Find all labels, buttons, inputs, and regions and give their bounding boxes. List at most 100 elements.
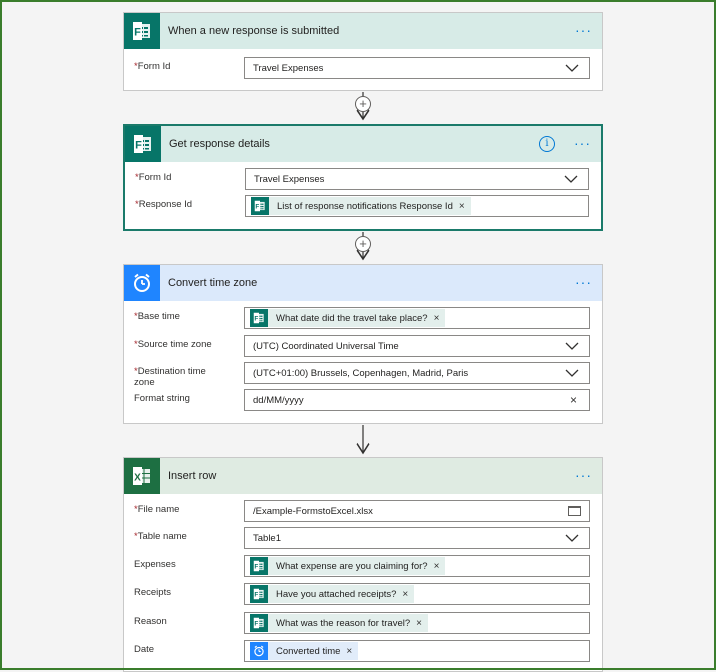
excel-icon [124, 458, 160, 494]
forms-icon [124, 13, 160, 49]
more-options-icon[interactable]: ··· [575, 275, 592, 289]
source-time-zone-row: *Source time zone (UTC) Coordinated Univ… [134, 335, 590, 359]
clock-icon [124, 265, 160, 301]
token-label: List of response notifications Response … [277, 200, 453, 212]
forms-icon [250, 557, 268, 575]
chevron-down-icon[interactable] [565, 62, 579, 74]
dynamic-content-token[interactable]: What was the reason for travel? × [250, 614, 428, 632]
forms-icon [250, 614, 268, 632]
file-name-label: *File name [134, 504, 180, 515]
add-step-button[interactable]: + [355, 96, 371, 112]
remove-token-icon[interactable]: × [416, 618, 422, 629]
form-id-dropdown[interactable]: Travel Expenses [244, 57, 590, 79]
table-name-dropdown[interactable]: Table1 [244, 527, 590, 549]
get-details-title: Get response details [169, 138, 270, 150]
form-id-value: Travel Expenses [253, 62, 324, 74]
remove-token-icon[interactable]: × [402, 589, 408, 600]
clock-icon [250, 642, 268, 660]
forms-icon [251, 197, 269, 215]
format-string-label: Format string [134, 393, 190, 404]
receipts-row: Receipts Have you attached receipts? × [134, 583, 590, 607]
remove-token-icon[interactable]: × [434, 561, 440, 572]
source-time-zone-dropdown[interactable]: (UTC) Coordinated Universal Time [244, 335, 590, 357]
remove-token-icon[interactable]: × [346, 646, 352, 657]
date-label: Date [134, 644, 155, 655]
base-time-row: *Base time What date did the travel take… [134, 307, 590, 331]
convert-time-title: Convert time zone [168, 277, 258, 289]
folder-icon[interactable] [568, 506, 581, 516]
more-options-icon[interactable]: ··· [574, 136, 591, 150]
convert-time-card-header[interactable]: Convert time zone ··· [124, 265, 602, 301]
chevron-down-icon[interactable] [565, 367, 579, 379]
trigger-card-header[interactable]: When a new response is submitted ··· [124, 13, 602, 49]
table-name-value: Table1 [253, 532, 281, 544]
token-label: What was the reason for travel? [276, 617, 411, 629]
destination-time-zone-dropdown[interactable]: (UTC+01:00) Brussels, Copenhagen, Madrid… [244, 362, 590, 384]
response-id-label: *Response Id [135, 199, 193, 210]
form-id-label: *Form Id [135, 172, 172, 183]
file-name-input[interactable]: /Example-FormstoExcel.xlsx [244, 500, 590, 522]
reason-row: Reason What was the reason for travel? × [134, 612, 590, 636]
form-id-label: *Form Id [134, 61, 171, 72]
token-label: Have you attached receipts? [276, 588, 397, 600]
token-label: What date did the travel take place? [276, 312, 428, 324]
get-response-details-card[interactable]: Get response details i ··· *Form Id Trav… [123, 124, 603, 231]
more-options-icon[interactable]: ··· [575, 468, 592, 482]
clear-icon[interactable]: × [570, 393, 577, 407]
receipts-label: Receipts [134, 587, 171, 598]
trigger-title: When a new response is submitted [168, 25, 340, 37]
reason-input[interactable]: What was the reason for travel? × [244, 612, 590, 634]
token-label: Converted time [276, 645, 341, 657]
chevron-down-icon[interactable] [564, 173, 578, 185]
date-input[interactable]: Converted time × [244, 640, 590, 662]
form-id-value: Travel Expenses [254, 173, 325, 185]
expenses-row: Expenses What expense are you claiming f… [134, 555, 590, 579]
response-id-row: *Response Id List of response notificati… [135, 195, 589, 219]
receipts-input[interactable]: Have you attached receipts? × [244, 583, 590, 605]
dynamic-content-token[interactable]: What date did the travel take place? × [250, 309, 446, 327]
token-label: What expense are you claiming for? [276, 560, 428, 572]
format-string-row: Format string dd/MM/yyyy × [134, 389, 590, 413]
forms-icon [250, 585, 268, 603]
expenses-input[interactable]: What expense are you claiming for? × [244, 555, 590, 577]
dynamic-content-token[interactable]: Have you attached receipts? × [250, 585, 415, 603]
forms-icon [125, 126, 161, 162]
source-time-zone-label: *Source time zone [134, 339, 212, 350]
info-icon[interactable]: i [539, 136, 555, 152]
source-time-zone-value: (UTC) Coordinated Universal Time [253, 340, 399, 352]
trigger-card[interactable]: When a new response is submitted ··· *Fo… [123, 12, 603, 91]
insert-row-card[interactable]: Insert row ··· *File name /Example-Forms… [123, 457, 603, 672]
form-id-dropdown[interactable]: Travel Expenses [245, 168, 589, 190]
dynamic-content-token[interactable]: Converted time × [250, 642, 359, 660]
dynamic-content-token[interactable]: What expense are you claiming for? × [250, 557, 446, 575]
chevron-down-icon[interactable] [565, 340, 579, 352]
convert-time-zone-card[interactable]: Convert time zone ··· *Base time What da… [123, 264, 603, 424]
format-string-value: dd/MM/yyyy [253, 394, 304, 406]
destination-time-zone-row: *Destination time zone (UTC+01:00) Bruss… [134, 362, 590, 388]
form-id-row: *Form Id Travel Expenses [135, 168, 589, 192]
destination-time-zone-label: *Destination time zone [134, 366, 206, 388]
expenses-label: Expenses [134, 559, 176, 570]
table-name-label: *Table name [134, 531, 187, 542]
add-step-button[interactable]: + [355, 236, 371, 252]
connector-arrow [355, 425, 371, 456]
file-name-row: *File name /Example-FormstoExcel.xlsx [134, 500, 590, 524]
form-id-row: *Form Id Travel Expenses [134, 57, 590, 81]
table-name-row: *Table name Table1 [134, 527, 590, 551]
file-name-value: /Example-FormstoExcel.xlsx [253, 505, 373, 517]
remove-token-icon[interactable]: × [434, 313, 440, 324]
base-time-input[interactable]: What date did the travel take place? × [244, 307, 590, 329]
base-time-label: *Base time [134, 311, 180, 322]
remove-token-icon[interactable]: × [459, 201, 465, 212]
dynamic-content-token[interactable]: List of response notifications Response … [251, 197, 471, 215]
reason-label: Reason [134, 616, 167, 627]
get-details-card-header[interactable]: Get response details i ··· [125, 126, 601, 162]
format-string-input[interactable]: dd/MM/yyyy × [244, 389, 590, 411]
chevron-down-icon[interactable] [565, 532, 579, 544]
date-row: Date Converted time × [134, 640, 590, 664]
insert-row-card-header[interactable]: Insert row ··· [124, 458, 602, 494]
forms-icon [250, 309, 268, 327]
response-id-input[interactable]: List of response notifications Response … [245, 195, 589, 217]
more-options-icon[interactable]: ··· [575, 23, 592, 37]
destination-time-zone-value: (UTC+01:00) Brussels, Copenhagen, Madrid… [253, 367, 469, 379]
